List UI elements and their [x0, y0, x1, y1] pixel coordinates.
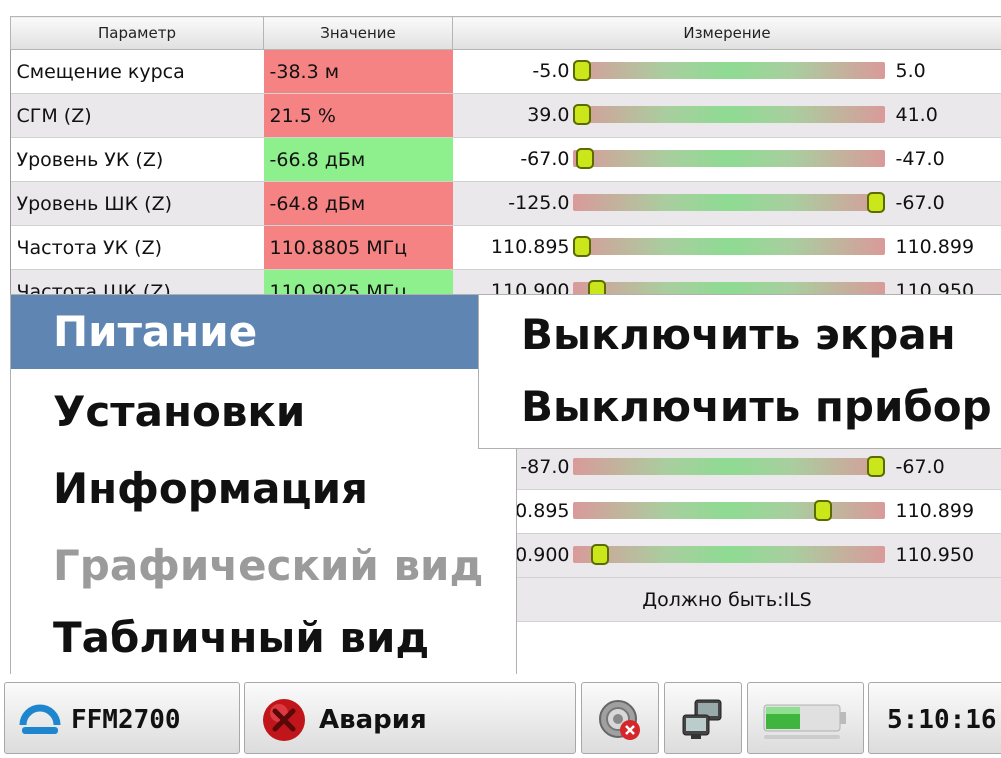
value-cell: 110.8805 МГц: [263, 225, 453, 270]
param-cell: Уровень УК (Z): [10, 137, 264, 182]
value-cell: -38.3 м: [263, 49, 453, 94]
value-cell: -66.8 дБм: [263, 137, 453, 182]
table-row: Частота УК (Z) 110.8805 МГц 110.895 110.899: [10, 225, 1001, 270]
range-bar: [572, 148, 885, 169]
alarm-icon: [261, 697, 307, 747]
taskbar: FFM2700 Авария 5:10:16: [0, 674, 1001, 758]
measure-cell: 110.895 110.899: [452, 489, 1001, 534]
range-min: 39.0: [527, 104, 570, 126]
range-max: 110.899: [895, 500, 975, 522]
alarm-button[interactable]: Авария: [244, 682, 576, 754]
range-indicator: [572, 236, 591, 257]
menu-item-info[interactable]: Информация: [11, 452, 516, 526]
param-cell: Смещение курса: [10, 49, 264, 94]
range-indicator: [590, 544, 609, 565]
table-row: СГМ (Z) 21.5 % 39.0 41.0: [10, 93, 1001, 138]
range-max: -47.0: [895, 148, 945, 170]
battery-icon: [762, 701, 850, 745]
header-value[interactable]: Значение: [263, 16, 453, 50]
menu-item-power[interactable]: Питание: [11, 295, 516, 369]
range-indicator: [866, 456, 885, 477]
param-cell: Частота УК (Z): [10, 225, 264, 270]
measure-cell: -87.0 -67.0: [452, 445, 1001, 490]
menu-item-graphic-view: Графический вид: [53, 541, 484, 590]
sound-muted-icon: [596, 697, 644, 747]
range-min: -125.0: [508, 192, 570, 214]
measure-cell: -125.0 -67.0: [452, 181, 1001, 226]
range-indicator: [572, 60, 591, 81]
range-bar: [572, 500, 885, 521]
range-indicator: [572, 104, 591, 125]
range-min: 110.895: [490, 236, 570, 258]
range-bar: [572, 104, 885, 125]
battery-button[interactable]: [747, 682, 864, 754]
expected-note: Должно быть:ILS: [452, 577, 1001, 622]
range-min: -5.0: [532, 60, 570, 82]
measure-cell: 110.895 110.899: [452, 225, 1001, 270]
main-menu: Питание Установки Информация Графический…: [10, 294, 517, 676]
range-indicator: [575, 148, 594, 169]
table-header: Параметр Значение Измерение: [10, 16, 1001, 50]
measure-cell: 39.0 41.0: [452, 93, 1001, 138]
clock-time: 5:10:16: [887, 705, 997, 735]
param-cell: Уровень ШК (Z): [10, 181, 264, 226]
power-submenu: Выключить экран Выключить прибор: [478, 294, 1001, 449]
sound-button[interactable]: [581, 682, 659, 754]
measure-cell: 110.900 110.950: [452, 533, 1001, 578]
device-button[interactable]: FFM2700: [4, 682, 240, 754]
ffm-logo-icon: [19, 699, 61, 743]
range-max: 110.950: [895, 544, 975, 566]
header-measure[interactable]: Измерение: [452, 16, 1001, 50]
network-icon: [679, 697, 727, 747]
param-cell: СГМ (Z): [10, 93, 264, 138]
range-indicator: [813, 500, 832, 521]
range-max: -67.0: [895, 456, 945, 478]
clock: 5:10:16: [868, 682, 1001, 754]
range-bar: [572, 456, 885, 477]
table-row: Уровень УК (Z) -66.8 дБм -67.0 -47.0: [10, 137, 1001, 182]
submenu-item-device-off[interactable]: Выключить прибор: [479, 370, 992, 444]
table-row: Смещение курса -38.3 м -5.0 5.0: [10, 49, 1001, 94]
table-row: Уровень ШК (Z) -64.8 дБм -125.0 -67.0: [10, 181, 1001, 226]
range-max: -67.0: [895, 192, 945, 214]
measure-cell: -67.0 -47.0: [452, 137, 1001, 182]
range-indicator: [866, 192, 885, 213]
range-bar: [572, 236, 885, 257]
value-cell: 21.5 %: [263, 93, 453, 138]
range-min: -67.0: [520, 148, 570, 170]
range-bar: [572, 544, 885, 565]
network-button[interactable]: [664, 682, 742, 754]
menu-item-settings[interactable]: Установки: [11, 375, 516, 449]
range-max: 41.0: [895, 104, 938, 126]
measure-cell: -5.0 5.0: [452, 49, 1001, 94]
header-param[interactable]: Параметр: [10, 16, 264, 50]
device-name: FFM2700: [71, 705, 181, 735]
value-cell: -64.8 дБм: [263, 181, 453, 226]
submenu-item-screen-off[interactable]: Выключить экран: [479, 298, 956, 372]
range-min: -87.0: [520, 456, 570, 478]
menu-item-table-view[interactable]: Табличный вид: [11, 601, 516, 675]
range-bar: [572, 192, 885, 213]
range-max: 110.899: [895, 236, 975, 258]
range-max: 5.0: [895, 60, 926, 82]
alarm-label: Авария: [319, 705, 427, 735]
range-bar: [572, 60, 885, 81]
